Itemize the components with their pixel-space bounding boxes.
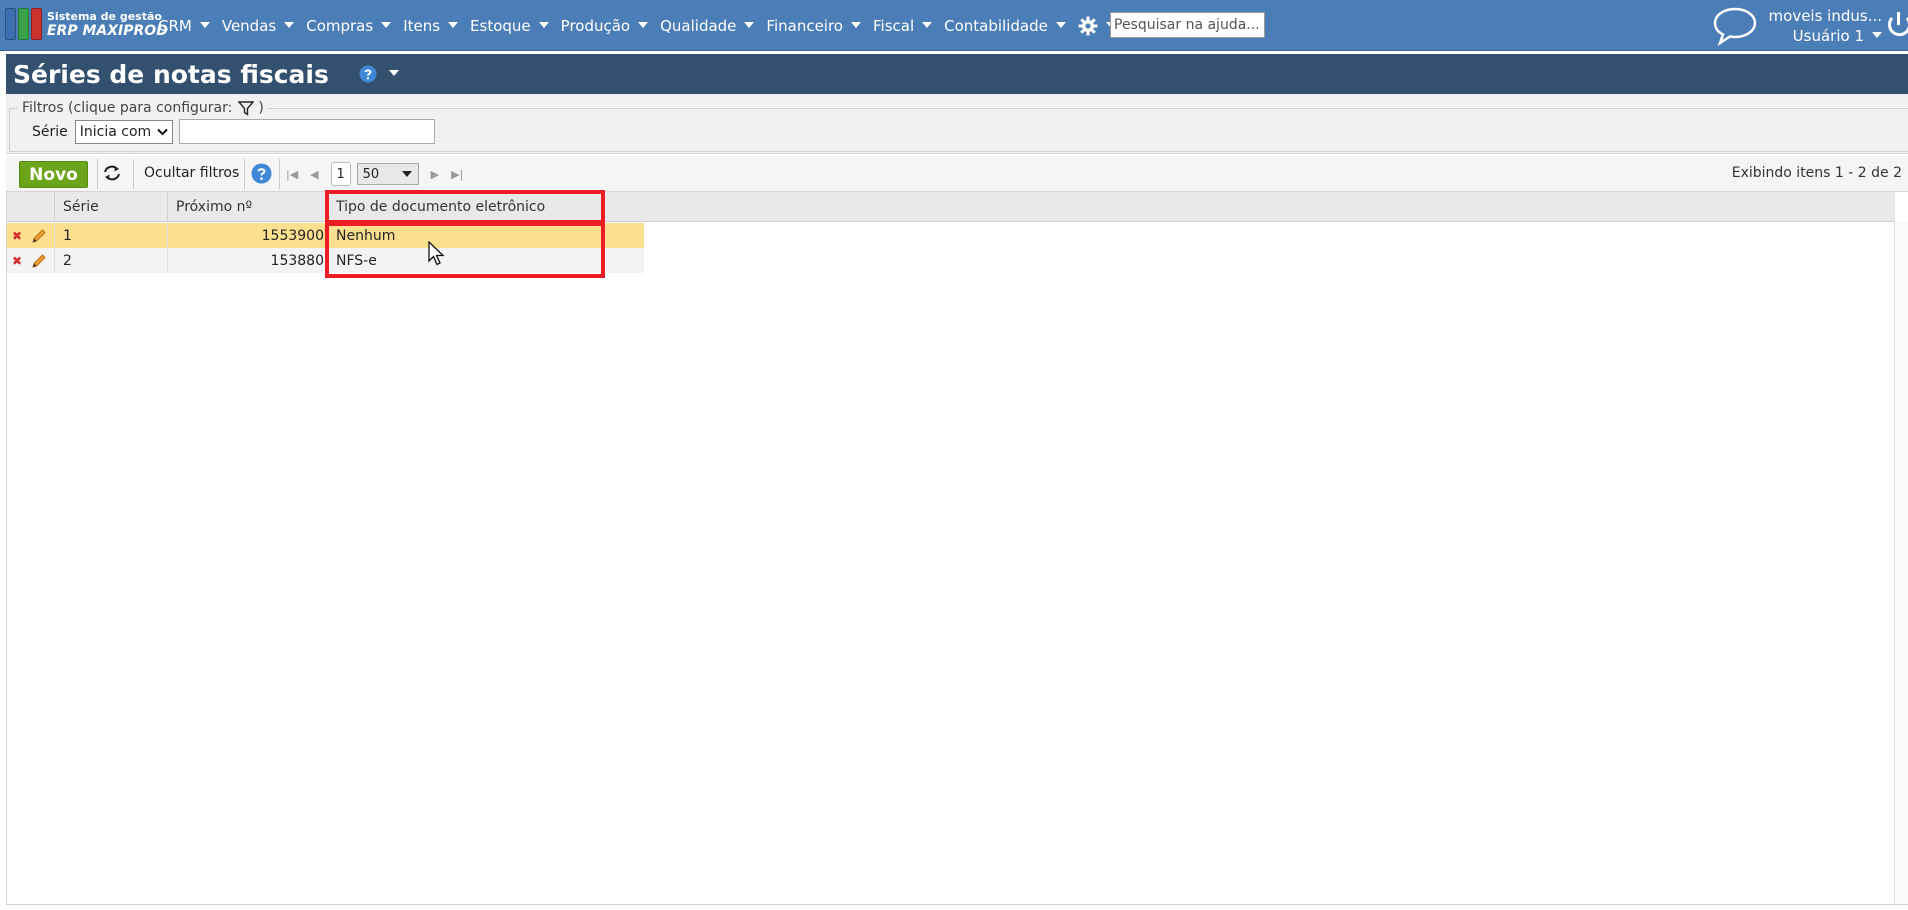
page-help-menu[interactable] (359, 65, 399, 83)
power-icon[interactable] (1886, 10, 1908, 40)
caret-down-icon (538, 21, 549, 28)
grid-scrollbar[interactable] (1894, 222, 1908, 905)
menu-qualidade[interactable]: Qualidade (660, 17, 755, 35)
logo-mark (5, 8, 42, 40)
serie-filter-row: Série Inicia com (32, 119, 435, 144)
caret-down-icon (284, 21, 295, 28)
grid-toolbar: Novo Ocultar filtros |◀ ◀ 1 50 ▶ ▶| Exib… (6, 156, 1908, 192)
funnel-icon[interactable] (238, 100, 255, 116)
menu-compras[interactable]: Compras (306, 17, 392, 35)
cells-highlight-box (325, 222, 605, 278)
actions-column-header (7, 192, 55, 222)
menu-financeiro[interactable]: Financeiro (766, 17, 861, 35)
caret-down-icon (1055, 21, 1066, 28)
caret-down-icon (199, 21, 210, 28)
new-button[interactable]: Novo (19, 161, 88, 188)
caret-down-icon (381, 21, 392, 28)
caret-down-icon (1872, 32, 1882, 38)
filters-legend[interactable]: Filtros (clique para configurar: ) (18, 100, 268, 116)
edit-pencil-icon[interactable] (31, 228, 47, 244)
menu-producao[interactable]: Produção (561, 17, 649, 35)
delete-icon[interactable]: ✖ (12, 254, 22, 268)
caret-down-icon (744, 21, 755, 28)
serie-filter-input[interactable] (178, 119, 435, 144)
caret-down-icon (922, 21, 933, 28)
help-icon (359, 65, 377, 83)
page-title: Séries de notas fiscais (13, 59, 329, 89)
column-header-proximo[interactable]: Próximo nº (168, 192, 328, 222)
prev-page-icon[interactable]: ◀ (310, 168, 318, 181)
gear-icon (1078, 16, 1098, 35)
menu-estoque[interactable]: Estoque (470, 17, 549, 35)
last-page-icon[interactable]: ▶| (451, 168, 463, 181)
grid-header: Série Próximo nº Tipo de documento eletr… (7, 192, 1895, 222)
menu-itens[interactable]: Itens (403, 17, 459, 35)
mouse-cursor-icon (428, 241, 445, 266)
refresh-icon[interactable] (102, 164, 122, 182)
delete-icon[interactable]: ✖ (12, 229, 22, 243)
help-search-input[interactable] (1110, 12, 1265, 38)
header-highlight-box (325, 190, 605, 224)
user-menu[interactable]: moveis indus... Usuário 1 (1760, 6, 1882, 46)
caret-down-icon (401, 171, 412, 177)
caret-down-icon (851, 21, 861, 28)
serie-filter-mode-select[interactable]: Inicia com (74, 119, 173, 144)
edit-pencil-icon[interactable] (31, 253, 47, 269)
app-logo[interactable]: Sistema de gestão ERP MAXIPROD (5, 8, 168, 40)
pager: |◀ ◀ 1 50 ▶ ▶| (286, 162, 475, 186)
caret-down-icon (448, 21, 459, 28)
menu-crm[interactable]: CRM (158, 17, 210, 35)
chevron-down-icon (157, 128, 168, 135)
series-grid: Série Próximo nº Tipo de documento eletr… (6, 190, 1908, 905)
logo-line2: ERP MAXIPROD (47, 23, 168, 39)
chat-bubble-icon[interactable] (1712, 6, 1758, 46)
main-menu: CRM Vendas Compras Itens Estoque Produçã… (158, 0, 1182, 51)
cell-proximo: 1553900 (168, 223, 328, 248)
first-page-icon[interactable]: |◀ (286, 168, 298, 181)
page-title-bar: Séries de notas fiscais (6, 54, 1908, 94)
user-name: Usuário 1 (1792, 27, 1864, 45)
cell-serie: 1 (55, 223, 168, 248)
column-header-serie[interactable]: Série (55, 192, 168, 222)
logo-line1: Sistema de gestão (47, 10, 162, 23)
menu-vendas[interactable]: Vendas (222, 17, 295, 35)
help-icon[interactable] (251, 163, 272, 184)
next-page-icon[interactable]: ▶ (431, 168, 439, 181)
cell-serie: 2 (55, 248, 168, 273)
company-name: moveis indus... (1768, 7, 1882, 25)
caret-down-icon (388, 70, 399, 76)
hide-filters-button[interactable]: Ocultar filtros (144, 165, 239, 181)
serie-filter-label: Série (32, 123, 68, 140)
caret-down-icon (638, 21, 649, 28)
menu-contabilidade[interactable]: Contabilidade (944, 17, 1066, 35)
page-number[interactable]: 1 (330, 162, 351, 186)
filters-panel: Filtros (clique para configurar: ) Série… (6, 94, 1908, 154)
page-size-select[interactable]: 50 (356, 163, 419, 185)
top-nav-bar: Sistema de gestão ERP MAXIPROD CRM Venda… (0, 0, 1908, 51)
menu-fiscal[interactable]: Fiscal (873, 17, 933, 35)
items-count-status: Exibindo itens 1 - 2 de 2 (1731, 165, 1902, 181)
cell-proximo: 153880 (168, 248, 328, 273)
